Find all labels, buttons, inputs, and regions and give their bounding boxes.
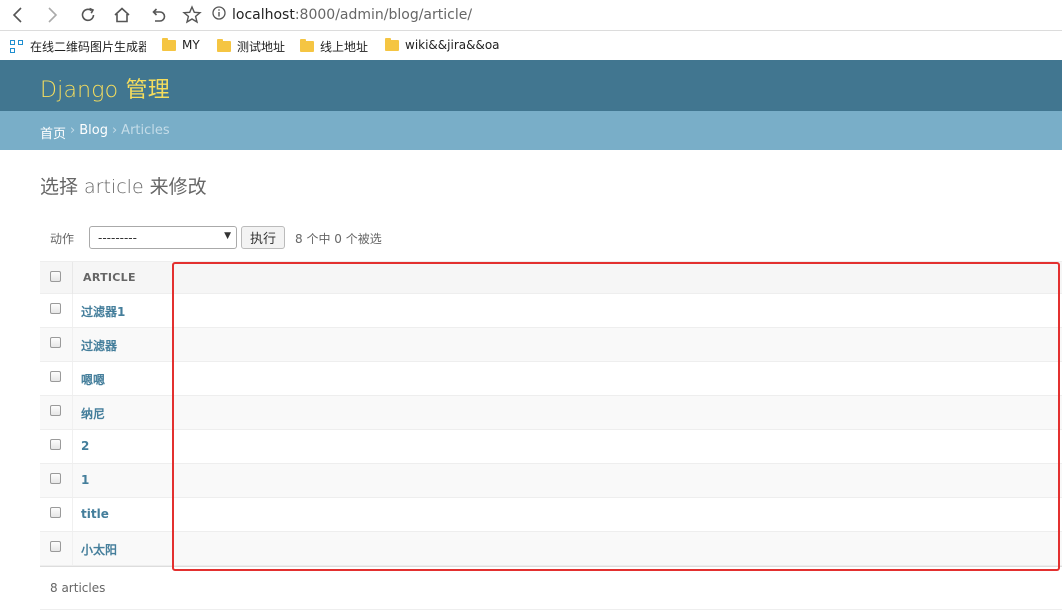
row-checkbox[interactable] <box>50 439 61 450</box>
table-row: 1 <box>40 464 1062 498</box>
reload-icon[interactable] <box>76 3 100 27</box>
row-checkbox[interactable] <box>50 405 61 416</box>
row-checkbox[interactable] <box>50 371 61 382</box>
result-count: 8 articles <box>50 581 106 595</box>
article-link[interactable]: 纳尼 <box>81 405 105 422</box>
article-link[interactable]: title <box>81 507 109 521</box>
row-checkbox[interactable] <box>50 337 61 348</box>
paginator: 8 articles <box>40 566 1062 610</box>
article-link[interactable]: 2 <box>81 439 89 453</box>
table-row: 2 <box>40 430 1062 464</box>
column-divider <box>72 362 73 395</box>
folder-icon <box>385 37 399 51</box>
bookmark-label: MY <box>182 38 200 52</box>
url-host: localhost <box>232 7 295 23</box>
select-all-checkbox[interactable] <box>50 271 61 282</box>
site-branding[interactable]: Django 管理 <box>40 72 170 104</box>
article-link[interactable]: 嗯嗯 <box>81 371 105 388</box>
qr-code-icon <box>10 39 24 54</box>
action-select-value: --------- <box>98 231 137 245</box>
bookmark-test-address[interactable]: 测试地址 <box>217 38 285 55</box>
row-checkbox[interactable] <box>50 473 61 484</box>
column-divider <box>72 328 73 361</box>
folder-icon <box>300 39 314 52</box>
action-label: 动作 <box>50 232 75 246</box>
breadcrumb-home[interactable]: 首页 <box>40 123 66 142</box>
column-divider <box>72 262 73 294</box>
table-row: 过滤器1 <box>40 294 1062 328</box>
address-bar[interactable]: localhost:8000/admin/blog/article/ <box>212 2 1052 28</box>
bookmarks-bar: 在线二维码图片生成器 MY 测试地址 线上地址 wiki&&jira&&oa <box>0 31 1062 59</box>
chevron-down-icon: ▼ <box>224 231 231 241</box>
folder-icon <box>162 37 176 51</box>
breadcrumb-current: Articles <box>121 123 170 138</box>
row-checkbox[interactable] <box>50 507 61 518</box>
action-select[interactable]: --------- ▼ <box>89 226 237 249</box>
table-row: 过滤器 <box>40 328 1062 362</box>
table-row: 纳尼 <box>40 396 1062 430</box>
column-divider <box>72 532 73 565</box>
column-divider <box>72 294 73 327</box>
column-divider <box>72 430 73 463</box>
article-link[interactable]: 过滤器1 <box>81 303 125 320</box>
table-row: 嗯嗯 <box>40 362 1062 396</box>
go-button[interactable]: 执行 <box>241 226 285 249</box>
table-body: 过滤器1 过滤器 嗯嗯 纳尼 2 1 title 小太阳 <box>40 294 1062 566</box>
bookmark-label: wiki&&jira&&oa <box>405 38 500 52</box>
star-icon[interactable] <box>180 3 204 27</box>
actions-bar: 动作 --------- ▼ 执行 8 个中 0 个被选 <box>40 224 640 252</box>
folder-icon <box>217 39 231 52</box>
result-list: ARTICLE 过滤器1 过滤器 嗯嗯 纳尼 2 1 title 小太阳 <box>40 261 1062 566</box>
article-link[interactable]: 过滤器 <box>81 337 117 354</box>
admin-header: Django 管理 <box>0 60 1062 111</box>
column-divider <box>72 396 73 429</box>
column-divider <box>72 464 73 497</box>
url-path: :8000/admin/blog/article/ <box>294 7 473 23</box>
bookmark-label: 线上地址 <box>320 40 369 54</box>
table-row: title <box>40 498 1062 532</box>
article-link[interactable]: 1 <box>81 473 89 487</box>
column-divider <box>72 498 73 531</box>
page-title: 选择 article 来修改 <box>40 176 207 198</box>
table-header: ARTICLE <box>40 261 1062 294</box>
bookmark-label: 测试地址 <box>237 40 286 54</box>
bookmark-label: 在线二维码图片生成器 <box>30 40 146 54</box>
info-icon[interactable] <box>212 6 226 24</box>
bookmark-wiki-jira-oa[interactable]: wiki&&jira&&oa <box>385 37 500 52</box>
breadcrumb-blog[interactable]: Blog <box>79 123 108 142</box>
article-link[interactable]: 小太阳 <box>81 541 117 558</box>
back-icon[interactable] <box>6 3 30 27</box>
browser-toolbar: localhost:8000/admin/blog/article/ <box>0 0 1062 31</box>
breadcrumb-separator: › <box>70 123 76 138</box>
row-checkbox[interactable] <box>50 303 61 314</box>
home-icon[interactable] <box>110 3 134 27</box>
bookmark-online-address[interactable]: 线上地址 <box>300 38 368 55</box>
breadcrumb: 首页 › Blog › Articles <box>0 111 1062 150</box>
row-checkbox[interactable] <box>50 541 61 552</box>
undo-icon[interactable] <box>146 3 170 27</box>
column-header-article[interactable]: ARTICLE <box>83 271 136 284</box>
table-row: 小太阳 <box>40 532 1062 566</box>
breadcrumb-separator: › <box>111 123 118 138</box>
bookmark-qr-generator[interactable]: 在线二维码图片生成器 <box>10 38 146 55</box>
forward-icon[interactable] <box>40 3 64 27</box>
selection-counter: 8 个中 0 个被选 <box>295 232 382 246</box>
bookmark-my[interactable]: MY <box>162 37 200 52</box>
